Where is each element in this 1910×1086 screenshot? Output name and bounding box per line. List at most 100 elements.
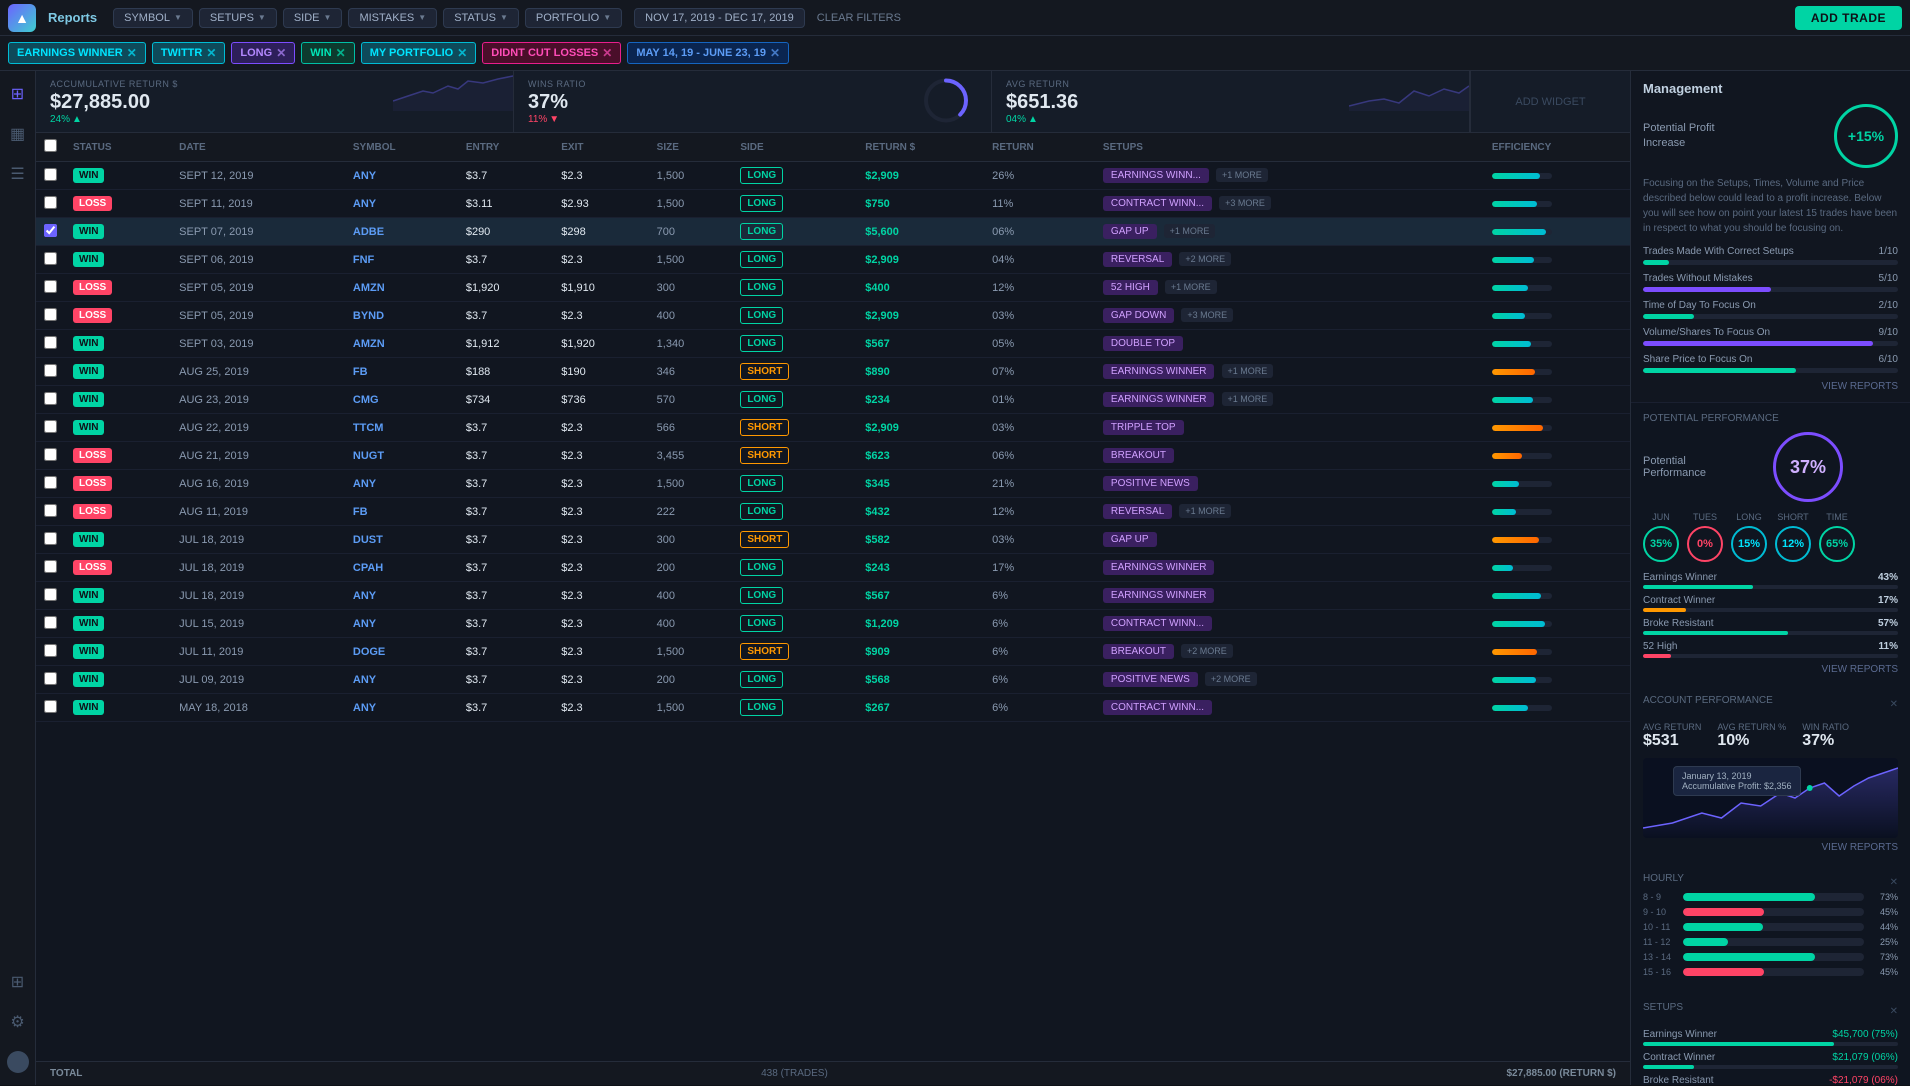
row-symbol[interactable]: BYND <box>345 302 458 330</box>
table-row[interactable]: WIN JUL 11, 2019 DOGE $3.7 $2.3 1,500 SH… <box>36 638 1630 666</box>
row-more-badge[interactable]: +2 MORE <box>1205 672 1257 686</box>
table-row[interactable]: WIN SEPT 07, 2019 ADBE $290 $298 700 LON… <box>36 218 1630 246</box>
row-symbol[interactable]: DOGE <box>345 638 458 666</box>
table-row[interactable]: WIN JUL 09, 2019 ANY $3.7 $2.3 200 LONG … <box>36 666 1630 694</box>
row-more-badge[interactable]: +3 MORE <box>1181 308 1233 322</box>
col-side[interactable]: SIDE <box>732 133 857 162</box>
row-checkbox-cell[interactable] <box>36 274 65 302</box>
setups-close[interactable]: ✕ <box>1890 1006 1898 1017</box>
sidebar-icon-chart[interactable]: ▦ <box>7 123 29 145</box>
tag-long[interactable]: LONG ✕ <box>231 42 295 64</box>
row-checkbox-cell[interactable] <box>36 218 65 246</box>
acct-perf-close[interactable]: ✕ <box>1890 699 1898 710</box>
table-row[interactable]: WIN AUG 22, 2019 TTCM $3.7 $2.3 566 SHOR… <box>36 414 1630 442</box>
table-row[interactable]: LOSS SEPT 05, 2019 BYND $3.7 $2.3 400 LO… <box>36 302 1630 330</box>
col-exit[interactable]: EXIT <box>553 133 648 162</box>
tag-date-range[interactable]: MAY 14, 19 - JUNE 23, 19 ✕ <box>627 42 789 64</box>
row-more-badge[interactable]: +2 MORE <box>1179 252 1231 266</box>
table-row[interactable]: LOSS AUG 11, 2019 FB $3.7 $2.3 222 LONG … <box>36 498 1630 526</box>
select-all-checkbox[interactable] <box>36 133 65 162</box>
symbol-filter-btn[interactable]: SYMBOL ▼ <box>113 8 193 28</box>
tag-twittr[interactable]: TWITTR ✕ <box>152 42 226 64</box>
row-checkbox-cell[interactable] <box>36 470 65 498</box>
table-row[interactable]: WIN JUL 15, 2019 ANY $3.7 $2.3 400 LONG … <box>36 610 1630 638</box>
sidebar-icon-grid2[interactable]: ⊞ <box>7 971 29 993</box>
row-checkbox-cell[interactable] <box>36 386 65 414</box>
tag-my-portfolio[interactable]: MY PORTFOLIO ✕ <box>361 42 477 64</box>
col-size[interactable]: SIZE <box>649 133 733 162</box>
sidebar-icon-settings[interactable]: ⚙ <box>7 1011 29 1033</box>
row-checkbox-cell[interactable] <box>36 694 65 722</box>
row-symbol[interactable]: FB <box>345 358 458 386</box>
hourly-close[interactable]: ✕ <box>1890 877 1898 888</box>
row-checkbox-cell[interactable] <box>36 582 65 610</box>
col-return-pct[interactable]: RETURN <box>984 133 1095 162</box>
table-row[interactable]: LOSS AUG 16, 2019 ANY $3.7 $2.3 1,500 LO… <box>36 470 1630 498</box>
mistakes-filter-btn[interactable]: MISTAKES ▼ <box>348 8 437 28</box>
table-row[interactable]: WIN JUL 18, 2019 ANY $3.7 $2.3 400 LONG … <box>36 582 1630 610</box>
row-checkbox-cell[interactable] <box>36 358 65 386</box>
row-more-badge[interactable]: +1 MORE <box>1165 280 1217 294</box>
pp-view-reports[interactable]: VIEW REPORTS <box>1643 664 1898 675</box>
table-row[interactable]: LOSS AUG 21, 2019 NUGT $3.7 $2.3 3,455 S… <box>36 442 1630 470</box>
row-symbol[interactable]: ANY <box>345 582 458 610</box>
table-row[interactable]: WIN JUL 18, 2019 DUST $3.7 $2.3 300 SHOR… <box>36 526 1630 554</box>
row-symbol[interactable]: ANY <box>345 666 458 694</box>
row-checkbox-cell[interactable] <box>36 526 65 554</box>
close-icon[interactable]: ✕ <box>770 46 780 60</box>
row-more-badge[interactable]: +1 MORE <box>1216 168 1268 182</box>
row-more-badge[interactable]: +3 MORE <box>1219 196 1271 210</box>
row-symbol[interactable]: CPAH <box>345 554 458 582</box>
close-icon[interactable]: ✕ <box>602 46 612 60</box>
close-icon[interactable]: ✕ <box>457 46 467 60</box>
table-row[interactable]: WIN SEPT 06, 2019 FNF $3.7 $2.3 1,500 LO… <box>36 246 1630 274</box>
row-symbol[interactable]: AMZN <box>345 274 458 302</box>
table-row[interactable]: WIN AUG 23, 2019 CMG $734 $736 570 LONG … <box>36 386 1630 414</box>
row-symbol[interactable]: ADBE <box>345 218 458 246</box>
row-checkbox-cell[interactable] <box>36 442 65 470</box>
row-checkbox-cell[interactable] <box>36 190 65 218</box>
table-row[interactable]: LOSS JUL 18, 2019 CPAH $3.7 $2.3 200 LON… <box>36 554 1630 582</box>
row-symbol[interactable]: TTCM <box>345 414 458 442</box>
sidebar-icon-grid[interactable]: ⊞ <box>7 83 29 105</box>
col-return-dollar[interactable]: RETURN $ <box>857 133 984 162</box>
row-symbol[interactable]: DUST <box>345 526 458 554</box>
col-entry[interactable]: ENTRY <box>458 133 553 162</box>
trades-table-container[interactable]: STATUS DATE SYMBOL ENTRY EXIT SIZE SIDE … <box>36 133 1630 1061</box>
col-date[interactable]: DATE <box>171 133 345 162</box>
row-checkbox-cell[interactable] <box>36 498 65 526</box>
management-view-reports[interactable]: VIEW REPORTS <box>1643 381 1898 392</box>
add-trade-button[interactable]: ADD TRADE <box>1795 6 1902 30</box>
col-efficiency[interactable]: EFFICIENCY <box>1484 133 1630 162</box>
col-setups[interactable]: SETUPS <box>1095 133 1453 162</box>
row-symbol[interactable]: FB <box>345 498 458 526</box>
table-row[interactable]: LOSS SEPT 11, 2019 ANY $3.11 $2.93 1,500… <box>36 190 1630 218</box>
row-checkbox-cell[interactable] <box>36 666 65 694</box>
col-status[interactable]: STATUS <box>65 133 171 162</box>
row-symbol[interactable]: ANY <box>345 694 458 722</box>
row-checkbox-cell[interactable] <box>36 246 65 274</box>
table-row[interactable]: WIN MAY 18, 2018 ANY $3.7 $2.3 1,500 LON… <box>36 694 1630 722</box>
portfolio-filter-btn[interactable]: PORTFOLIO ▼ <box>525 8 622 28</box>
row-checkbox-cell[interactable] <box>36 554 65 582</box>
acct-perf-view-reports[interactable]: VIEW REPORTS <box>1643 842 1898 853</box>
row-more-badge[interactable]: +1 MORE <box>1164 224 1216 238</box>
row-symbol[interactable]: CMG <box>345 386 458 414</box>
setups-filter-btn[interactable]: SETUPS ▼ <box>199 8 277 28</box>
row-symbol[interactable]: ANY <box>345 470 458 498</box>
sidebar-icon-message[interactable]: ☰ <box>7 163 29 185</box>
row-checkbox-cell[interactable] <box>36 162 65 190</box>
row-symbol[interactable]: ANY <box>345 610 458 638</box>
add-widget-card[interactable]: ADD WIDGET <box>1470 71 1630 132</box>
row-symbol[interactable]: FNF <box>345 246 458 274</box>
table-row[interactable]: LOSS SEPT 05, 2019 AMZN $1,920 $1,910 30… <box>36 274 1630 302</box>
row-more-badge[interactable]: +2 MORE <box>1181 644 1233 658</box>
tag-win[interactable]: WIN ✕ <box>301 42 354 64</box>
side-filter-btn[interactable]: SIDE ▼ <box>283 8 343 28</box>
tag-didnt-cut-losses[interactable]: DIDNT CUT LOSSES ✕ <box>482 42 621 64</box>
row-checkbox-cell[interactable] <box>36 638 65 666</box>
col-symbol[interactable]: SYMBOL <box>345 133 458 162</box>
row-symbol[interactable]: NUGT <box>345 442 458 470</box>
row-symbol[interactable]: ANY <box>345 190 458 218</box>
close-icon[interactable]: ✕ <box>276 46 286 60</box>
